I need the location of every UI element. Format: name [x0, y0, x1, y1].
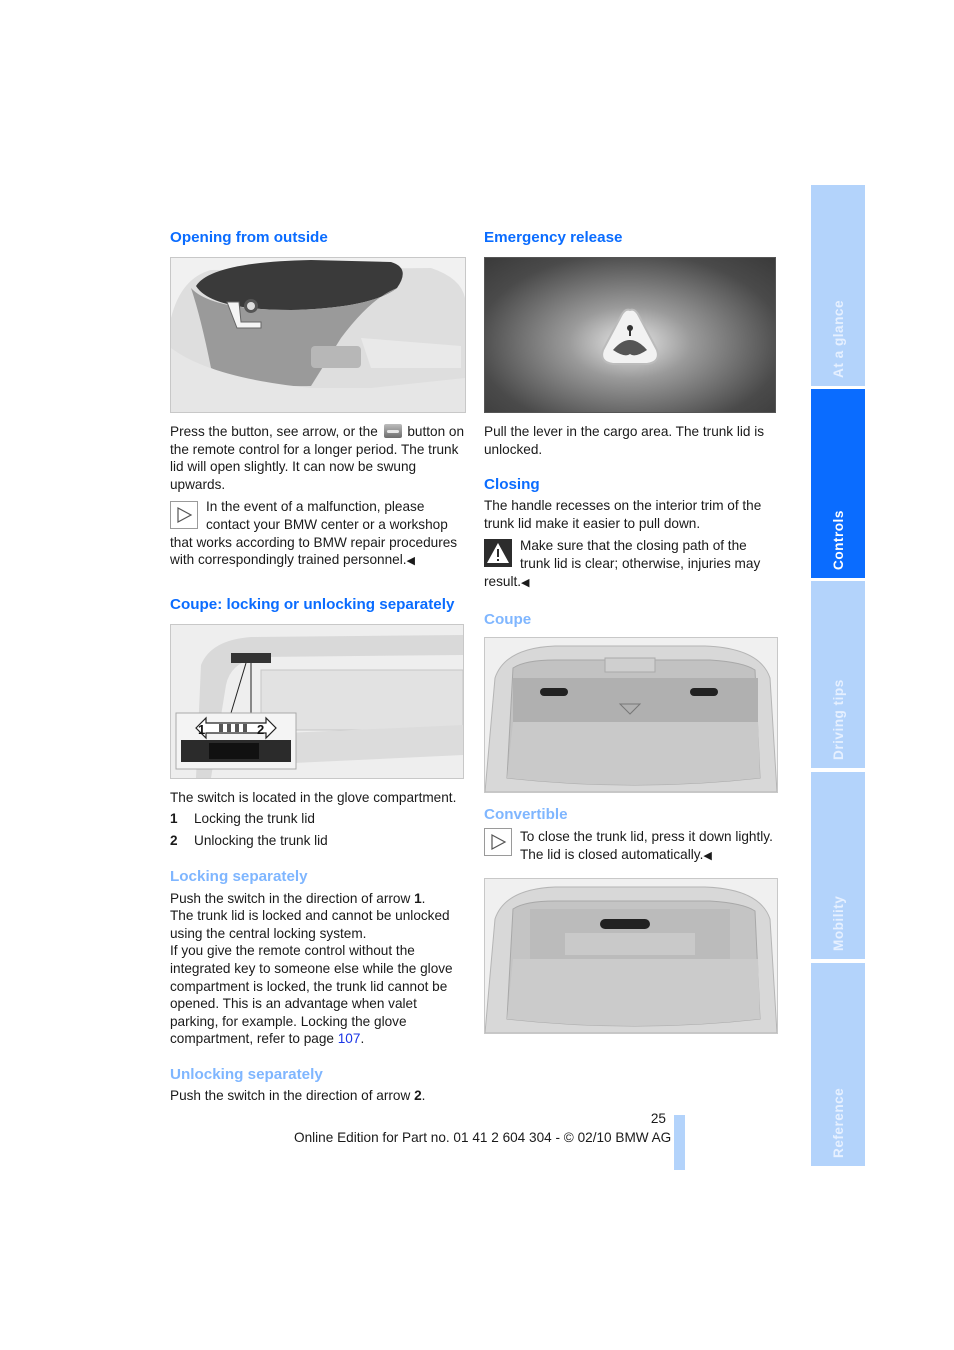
note-convertible: To close the trunk lid, press it down li… — [484, 828, 780, 865]
right-column: Emergency release Pull the lever in the … — [484, 228, 780, 1035]
footer-edition: Online Edition for Part no. 01 41 2 604 … — [294, 1130, 672, 1145]
arrow-number: 1 — [414, 890, 422, 906]
side-tab-label: Reference — [831, 1087, 846, 1158]
section-title-emergency-release: Emergency release — [484, 229, 623, 246]
side-tab-reference[interactable]: Reference — [811, 963, 865, 1166]
figure-convertible-trunk-lid — [484, 878, 778, 1035]
section-title-opening-from-outside: Opening from outside — [170, 229, 328, 246]
footer-marker-bar — [674, 1115, 685, 1170]
callout-1: 1 — [198, 722, 205, 737]
coupe-trunk-lid-illustration — [485, 638, 777, 793]
emergency-release-text: Pull the lever in the cargo area. The tr… — [484, 424, 765, 457]
unlocking-paragraph: Push the switch in the direction of arro… — [170, 1087, 466, 1105]
side-tab-at-a-glance[interactable]: At a glance — [811, 185, 865, 386]
end-mark-icon: ◀ — [406, 555, 415, 568]
list-text: Locking the trunk lid — [194, 811, 315, 827]
figure-trunk-exterior — [170, 257, 466, 413]
warning-closing-path: Make sure that the closing path of the t… — [484, 537, 780, 592]
end-mark-icon: ◀ — [521, 576, 530, 589]
section-title-closing: Closing — [484, 476, 540, 494]
side-tab-label: Driving tips — [831, 679, 846, 760]
opening-paragraph: Press the button, see arrow, or the butt… — [170, 423, 466, 493]
end-mark-icon: ◀ — [703, 849, 712, 862]
side-tab-label: At a glance — [831, 299, 846, 378]
list-number: 1 — [170, 811, 178, 827]
convertible-trunk-lid-illustration — [485, 879, 777, 1034]
side-tab-label: Controls — [831, 510, 846, 570]
side-tab-mobility[interactable]: Mobility — [811, 772, 865, 959]
list-number: 2 — [170, 832, 178, 848]
opening-text-a: Press the button, see arrow, or the — [170, 424, 378, 439]
section-title-coupe-locking: Coupe: locking or unlocking separately — [170, 595, 455, 613]
text: Push the switch in the direction of arro… — [170, 1087, 415, 1103]
text: If you give the remote control without t… — [170, 943, 453, 1047]
text: Push the switch in the direction of arro… — [170, 890, 415, 906]
closing-text: The handle recesses on the interior trim… — [484, 498, 762, 531]
subsection-title-unlocking-separately: Unlocking separately — [170, 1065, 323, 1083]
side-tab-controls[interactable]: Controls — [811, 389, 865, 578]
side-tab-driving-tips[interactable]: Driving tips — [811, 581, 865, 768]
page-number: 25 — [650, 1111, 666, 1126]
warning-icon — [484, 539, 512, 568]
text: . — [421, 1087, 426, 1103]
side-tab-label: Mobility — [831, 895, 846, 951]
note-malfunction: In the event of a malfunction, please co… — [170, 498, 466, 570]
figure-emergency-release — [484, 257, 776, 413]
locking-paragraph-3: If you give the remote control without t… — [170, 942, 466, 1048]
switch-location-text: The switch is located in the glove compa… — [170, 789, 457, 805]
list-item: 2 Unlocking the trunk lid — [170, 832, 466, 850]
figure-coupe-trunk-lid — [484, 637, 778, 794]
left-column: Opening from outside Press the button, s… — [170, 228, 466, 1104]
list-item: 1 Locking the trunk lid — [170, 810, 466, 828]
subsection-title-coupe: Coupe — [484, 611, 532, 629]
figure-glove-compartment-switch: 1 2 — [170, 623, 464, 779]
note-triangle-icon — [170, 501, 198, 530]
text: . — [421, 890, 426, 906]
note-triangle-icon — [484, 828, 512, 857]
text: . — [360, 1031, 365, 1047]
locking-paragraph-1: Push the switch in the direction of arro… — [170, 890, 466, 908]
subsection-title-convertible: Convertible — [484, 806, 568, 824]
remote-trunk-button-icon — [383, 424, 402, 438]
page-link[interactable]: 107 — [338, 1031, 361, 1046]
trunk-exterior-illustration — [171, 258, 465, 412]
list-text: Unlocking the trunk lid — [194, 832, 328, 848]
locking-paragraph-2: The trunk lid is locked and cannot be un… — [170, 908, 450, 941]
note-text: To close the trunk lid, press it down li… — [520, 829, 773, 862]
arrow-number: 2 — [414, 1087, 422, 1103]
subsection-title-locking-separately: Locking separately — [170, 867, 308, 885]
glove-compartment-illustration: 1 2 — [171, 624, 463, 778]
callout-2: 2 — [257, 722, 264, 737]
emergency-release-handle-illustration — [601, 308, 659, 365]
